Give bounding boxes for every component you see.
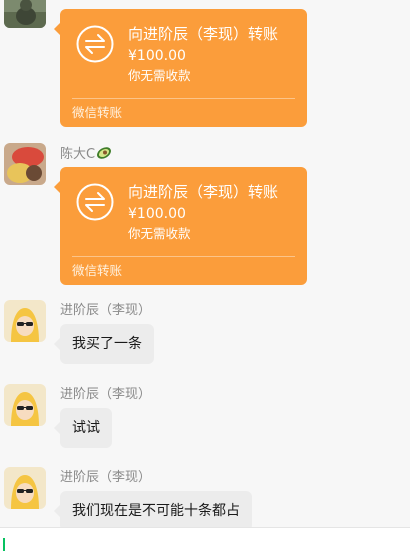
transfer-footer: 微信转账	[72, 105, 123, 120]
avatar[interactable]	[4, 384, 46, 426]
text-bubble[interactable]: 我买了一条	[54, 324, 154, 364]
avatar[interactable]	[4, 143, 46, 185]
transfer-status: 你无需收款	[128, 68, 191, 83]
sender-name: 进阶辰（李现）	[60, 303, 152, 318]
avatar[interactable]	[4, 300, 46, 342]
transfer-amount: ¥100.00	[128, 48, 186, 64]
transfer-amount: ¥100.00	[128, 206, 186, 222]
transfer-arrows-icon	[76, 183, 114, 221]
transfer-title: 向进阶辰（李现）转账	[128, 25, 279, 43]
divider	[72, 256, 295, 257]
divider	[72, 98, 295, 99]
text-bubble[interactable]: 试试	[54, 408, 112, 448]
sender-name: 进阶辰（李现）	[60, 387, 152, 402]
transfer-arrows-icon	[76, 25, 114, 63]
transfer-title: 向进阶辰（李现）转账	[128, 183, 279, 201]
transfer-card[interactable]: 向进阶辰（李现）转账 ¥100.00 你无需收款 微信转账	[54, 9, 307, 127]
avocado-icon	[97, 147, 112, 159]
text-caret	[3, 538, 5, 551]
transfer-status: 你无需收款	[128, 226, 191, 241]
transfer-card[interactable]: 向进阶辰（李现）转账 ¥100.00 你无需收款 微信转账	[54, 167, 307, 285]
transfer-footer: 微信转账	[72, 263, 123, 278]
avatar[interactable]	[4, 467, 46, 509]
sender-name: 进阶辰（李现）	[60, 470, 152, 485]
sender-name: 陈大C	[60, 146, 112, 163]
message-input[interactable]	[0, 527, 410, 553]
text-bubble[interactable]: 我们现在是不可能十条都占	[54, 491, 252, 531]
avatar[interactable]	[4, 0, 46, 28]
